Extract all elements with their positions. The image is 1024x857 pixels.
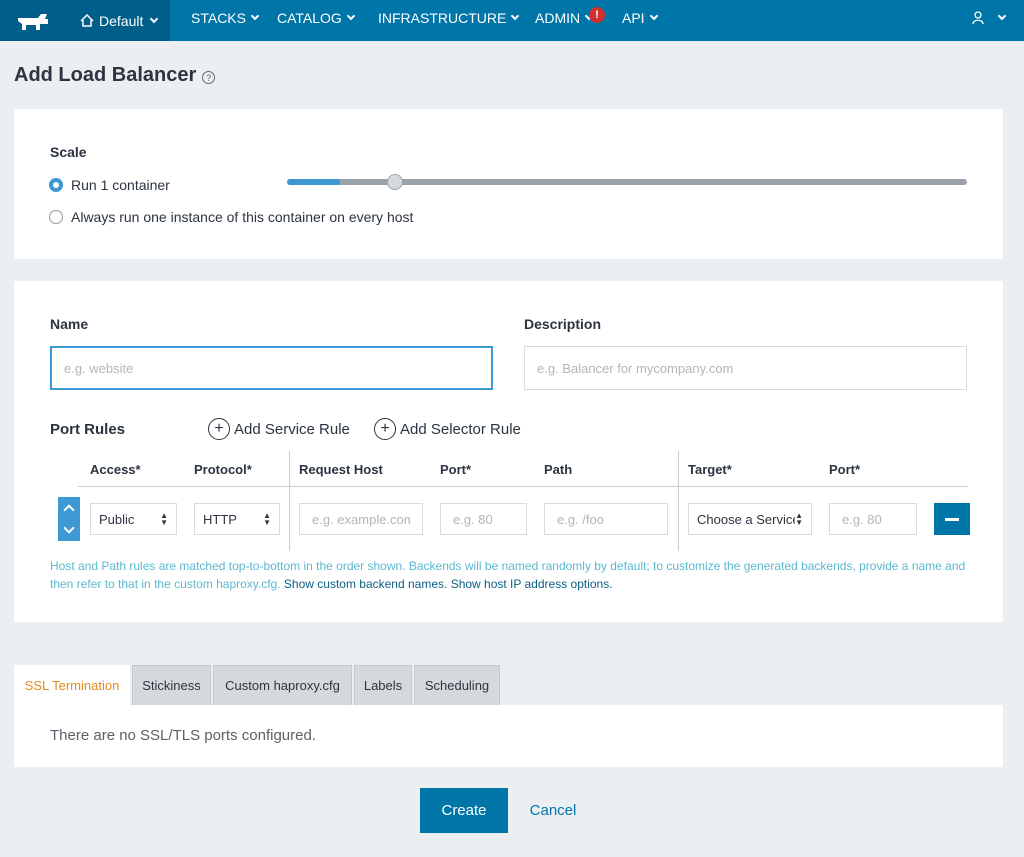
port-input[interactable] [440, 503, 527, 535]
name-label: Name [50, 316, 89, 332]
create-button[interactable]: Create [420, 788, 508, 833]
nav-stacks[interactable]: STACKS [191, 0, 260, 36]
nav-infrastructure-label: INFRASTRUCTURE [378, 10, 507, 26]
path-input[interactable] [544, 503, 668, 535]
protocol-select[interactable]: HTTP ▲ ▼ [194, 503, 280, 535]
environment-label: Default [99, 12, 144, 29]
reorder-buttons[interactable] [58, 497, 80, 541]
scale-label: Scale [50, 144, 87, 160]
scale-run-label: Run 1 container [71, 177, 170, 193]
scale-every-host-option[interactable]: Always run one instance of this containe… [49, 209, 413, 225]
user-icon [972, 11, 984, 25]
scale-run-option[interactable]: Run 1 container [49, 177, 170, 193]
chevron-down-icon [346, 11, 356, 21]
col-protocol: Protocol* [194, 462, 252, 477]
updown-icon: ▲ ▼ [263, 511, 271, 527]
chevron-down-icon[interactable] [63, 522, 75, 534]
remove-rule-button[interactable] [934, 503, 970, 535]
col-target: Target* [688, 462, 732, 477]
plus-circle-icon: + [374, 418, 396, 440]
nav-catalog-label: CATALOG [277, 10, 342, 26]
column-divider [289, 451, 290, 551]
port-rules-help: Host and Path rules are matched top-to-b… [50, 557, 970, 593]
chevron-up-icon[interactable] [63, 504, 75, 516]
col-port: Port* [440, 462, 472, 477]
radio-selected-icon[interactable] [49, 178, 63, 192]
port-rules-label: Port Rules [50, 421, 126, 438]
column-divider [678, 451, 679, 551]
updown-icon: ▲ ▼ [795, 511, 803, 527]
nav-stacks-label: STACKS [191, 10, 246, 26]
request-host-input[interactable] [299, 503, 423, 535]
page-title: Add Load Balancer ? [14, 64, 216, 87]
nav-api[interactable]: API [622, 0, 658, 36]
page-title-text: Add Load Balancer [14, 64, 197, 86]
access-value: Public [99, 511, 135, 527]
cancel-button[interactable]: Cancel [520, 788, 586, 833]
top-nav: Default STACKS CATALOG INFRASTRUCTURE AD… [0, 0, 1024, 41]
environment-switcher[interactable]: Default [64, 0, 170, 41]
minus-icon [945, 517, 959, 521]
target-port-input[interactable] [829, 503, 917, 535]
col-request-host: Request Host [299, 462, 383, 477]
help-icon[interactable]: ? [202, 71, 216, 84]
add-service-rule-button[interactable]: + Add Service Rule [208, 418, 350, 440]
chevron-down-icon [511, 11, 520, 21]
header-divider [78, 486, 968, 487]
show-host-ip-link[interactable]: Show host IP address options. [451, 577, 613, 591]
scale-slider-handle[interactable] [387, 174, 403, 190]
plus-circle-icon: + [208, 418, 230, 440]
tab-custom-haproxy[interactable]: Custom haproxy.cfg [213, 665, 352, 705]
tab-ssl-termination[interactable]: SSL Termination [14, 665, 130, 705]
updown-icon: ▲ ▼ [160, 511, 168, 527]
ssl-empty-text: There are no SSL/TLS ports configured. [50, 727, 316, 744]
user-menu[interactable] [972, 8, 1007, 28]
description-input[interactable] [524, 346, 967, 390]
scale-slider-fill [287, 179, 340, 185]
rancher-logo[interactable] [0, 0, 64, 41]
access-select[interactable]: Public ▲ ▼ [90, 503, 177, 535]
chevron-down-icon [649, 11, 658, 21]
rancher-cow-logo-icon [18, 13, 48, 30]
nav-admin-label: ADMIN [535, 10, 581, 26]
tab-labels[interactable]: Labels [354, 665, 412, 705]
tab-scheduling[interactable]: Scheduling [414, 665, 500, 705]
radio-unselected-icon[interactable] [49, 210, 63, 224]
chevron-down-icon [150, 14, 159, 23]
show-backend-names-link[interactable]: Show custom backend names. [284, 577, 447, 591]
target-value: Choose a Service [697, 511, 795, 527]
col-path: Path [544, 462, 573, 477]
protocol-value: HTTP [203, 511, 237, 527]
name-input[interactable] [50, 346, 493, 390]
nav-catalog[interactable]: CATALOG [277, 0, 356, 36]
home-icon [80, 14, 94, 27]
add-selector-rule-label: Add Selector Rule [400, 420, 521, 438]
scale-slider[interactable] [287, 174, 967, 190]
chevron-down-icon [250, 11, 260, 21]
description-label: Description [524, 316, 602, 332]
admin-alert-badge: ! [589, 7, 605, 23]
nav-admin[interactable]: ADMIN [535, 0, 594, 36]
col-target-port: Port* [829, 462, 861, 477]
nav-infrastructure[interactable]: INFRASTRUCTURE [378, 0, 520, 36]
tab-stickiness[interactable]: Stickiness [132, 665, 211, 705]
nav-api-label: API [622, 10, 645, 26]
target-select[interactable]: Choose a Service ▲ ▼ [688, 503, 812, 535]
chevron-down-icon [997, 11, 1007, 21]
scale-every-host-label: Always run one instance of this containe… [71, 209, 414, 225]
add-selector-rule-button[interactable]: + Add Selector Rule [374, 418, 521, 440]
col-access: Access* [90, 462, 141, 477]
add-service-rule-label: Add Service Rule [234, 420, 350, 438]
